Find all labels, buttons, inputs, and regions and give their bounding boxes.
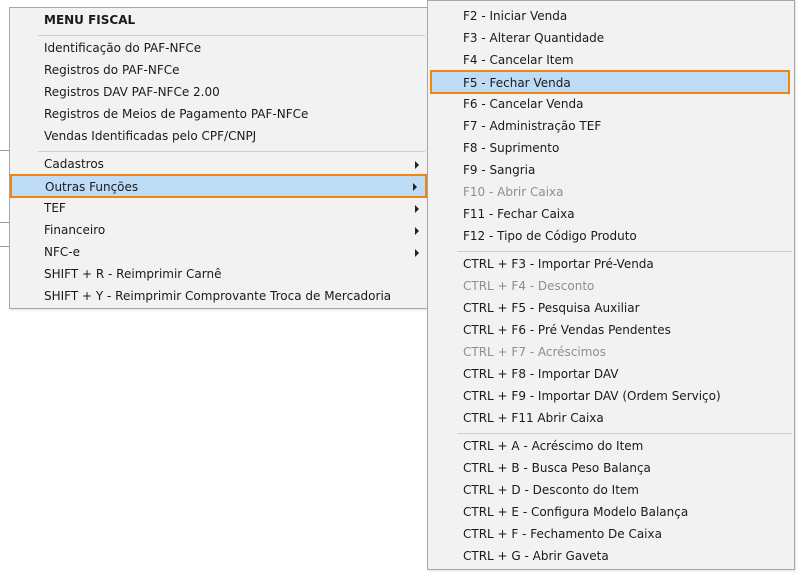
submenu-arrow-icon <box>415 249 419 257</box>
menu-item-ctrl-f4: CTRL + F4 - Desconto <box>463 279 595 293</box>
menu-item-f5[interactable]: F5 - Fechar Venda <box>430 70 790 94</box>
menu-item-reimprimir-carne[interactable]: SHIFT + R - Reimprimir Carnê <box>44 263 222 285</box>
menu-item-reimprimir-comprovante-troca[interactable]: SHIFT + Y - Reimprimir Comprovante Troca… <box>44 285 391 307</box>
menu-separator <box>38 151 425 152</box>
menu-item-ctrl-f7: CTRL + F7 - Acréscimos <box>463 345 607 359</box>
menu-item-ctrl-f11[interactable]: CTRL + F11 Abrir Caixa <box>463 407 604 429</box>
menu-item-outras-funcoes[interactable]: Outras Funções <box>10 174 427 198</box>
menu-item-label: Outras Funções <box>45 180 139 194</box>
menu-item-ctrl-b[interactable]: CTRL + B - Busca Peso Balança <box>463 457 651 479</box>
menu-item-ctrl-d[interactable]: CTRL + D - Desconto do Item <box>463 479 639 501</box>
outras-funcoes-submenu: F2 - Iniciar Venda F3 - Alterar Quantida… <box>427 0 795 570</box>
menu-item-f12[interactable]: F12 - Tipo de Código Produto <box>463 225 637 247</box>
menu-separator <box>457 433 792 434</box>
menu-item-registros-meios-pagamento[interactable]: Registros de Meios de Pagamento PAF-NFCe <box>44 103 308 125</box>
menu-item-nfce[interactable]: NFC-e <box>10 241 427 263</box>
menu-item-label: Financeiro <box>44 223 106 237</box>
menu-separator <box>38 35 425 36</box>
menu-item-cadastros[interactable]: Cadastros <box>10 153 427 175</box>
submenu-arrow-icon <box>413 183 417 191</box>
menu-item-ctrl-e[interactable]: CTRL + E - Configura Modelo Balança <box>463 501 688 523</box>
menu-item-registros-paf[interactable]: Registros do PAF-NFCe <box>44 59 180 81</box>
menu-item-label: NFC-e <box>44 245 80 259</box>
menu-item-ctrl-f5[interactable]: CTRL + F5 - Pesquisa Auxiliar <box>463 297 640 319</box>
menu-header: MENU FISCAL <box>44 13 136 27</box>
menu-item-ctrl-g[interactable]: CTRL + G - Abrir Gaveta <box>463 545 609 567</box>
menu-item-ctrl-f9[interactable]: CTRL + F9 - Importar DAV (Ordem Serviço) <box>463 385 721 407</box>
menu-item-f7[interactable]: F7 - Administração TEF <box>463 115 601 137</box>
menu-item-tef[interactable]: TEF <box>10 197 427 219</box>
menu-item-label: TEF <box>44 201 66 215</box>
menu-item-f10: F10 - Abrir Caixa <box>463 185 564 199</box>
menu-item-f8[interactable]: F8 - Suprimento <box>463 137 559 159</box>
menu-item-label: Cadastros <box>44 157 104 171</box>
menu-separator <box>457 251 792 252</box>
menu-item-f11[interactable]: F11 - Fechar Caixa <box>463 203 575 225</box>
submenu-arrow-icon <box>415 227 419 235</box>
menu-item-ctrl-a[interactable]: CTRL + A - Acréscimo do Item <box>463 435 643 457</box>
fiscal-main-menu: MENU FISCAL Identificação do PAF-NFCe Re… <box>9 7 428 309</box>
menu-item-financeiro[interactable]: Financeiro <box>10 219 427 241</box>
menu-item-ctrl-f[interactable]: CTRL + F - Fechamento De Caixa <box>463 523 662 545</box>
menu-item-ctrl-f6[interactable]: CTRL + F6 - Pré Vendas Pendentes <box>463 319 671 341</box>
menu-item-f4[interactable]: F4 - Cancelar Item <box>463 49 574 71</box>
menu-item-ctrl-f3[interactable]: CTRL + F3 - Importar Pré-Venda <box>463 253 654 275</box>
submenu-arrow-icon <box>415 161 419 169</box>
menu-item-f2[interactable]: F2 - Iniciar Venda <box>463 5 567 27</box>
submenu-arrow-icon <box>415 205 419 213</box>
menu-item-f3[interactable]: F3 - Alterar Quantidade <box>463 27 604 49</box>
menu-item-f9[interactable]: F9 - Sangria <box>463 159 535 181</box>
menu-item-identificacao-paf[interactable]: Identificação do PAF-NFCe <box>44 37 201 59</box>
menu-item-vendas-identificadas[interactable]: Vendas Identificadas pelo CPF/CNPJ <box>44 125 256 147</box>
menu-item-registros-dav[interactable]: Registros DAV PAF-NFCe 2.00 <box>44 81 220 103</box>
menu-item-f6[interactable]: F6 - Cancelar Venda <box>463 93 584 115</box>
menu-item-ctrl-f8[interactable]: CTRL + F8 - Importar DAV <box>463 363 619 385</box>
